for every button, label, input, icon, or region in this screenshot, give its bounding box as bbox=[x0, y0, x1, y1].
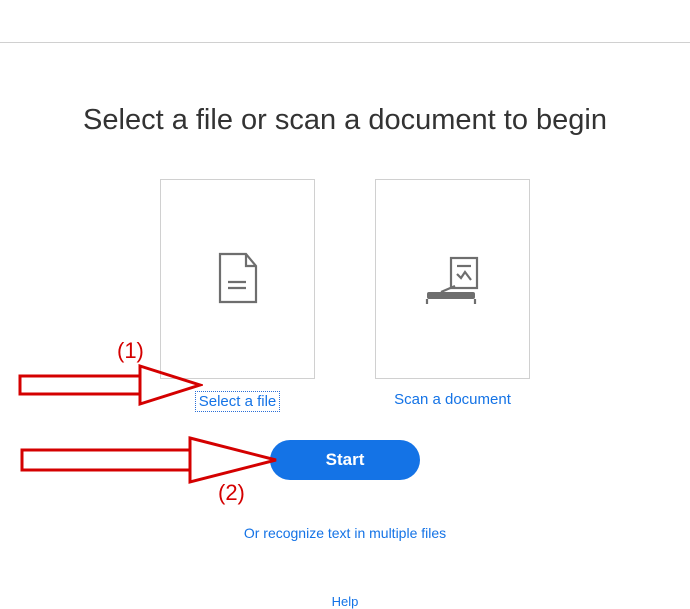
annotation-2-label: (2) bbox=[218, 480, 245, 506]
select-file-card: Select a file bbox=[160, 179, 315, 412]
annotation-arrow-2 bbox=[20, 436, 275, 486]
option-cards-row: Select a file Scan a document bbox=[0, 179, 690, 412]
recognize-multiple-link[interactable]: Or recognize text in multiple files bbox=[0, 525, 690, 541]
file-icon bbox=[216, 252, 260, 306]
scanner-icon bbox=[421, 252, 485, 306]
scan-document-box[interactable] bbox=[375, 179, 530, 379]
select-file-label[interactable]: Select a file bbox=[195, 391, 281, 412]
scan-document-card: Scan a document bbox=[375, 179, 530, 412]
page-title: Select a file or scan a document to begi… bbox=[0, 104, 690, 137]
start-button[interactable]: Start bbox=[270, 440, 420, 480]
select-file-box[interactable] bbox=[160, 179, 315, 379]
top-divider bbox=[0, 42, 690, 43]
scan-document-label[interactable]: Scan a document bbox=[394, 391, 511, 408]
